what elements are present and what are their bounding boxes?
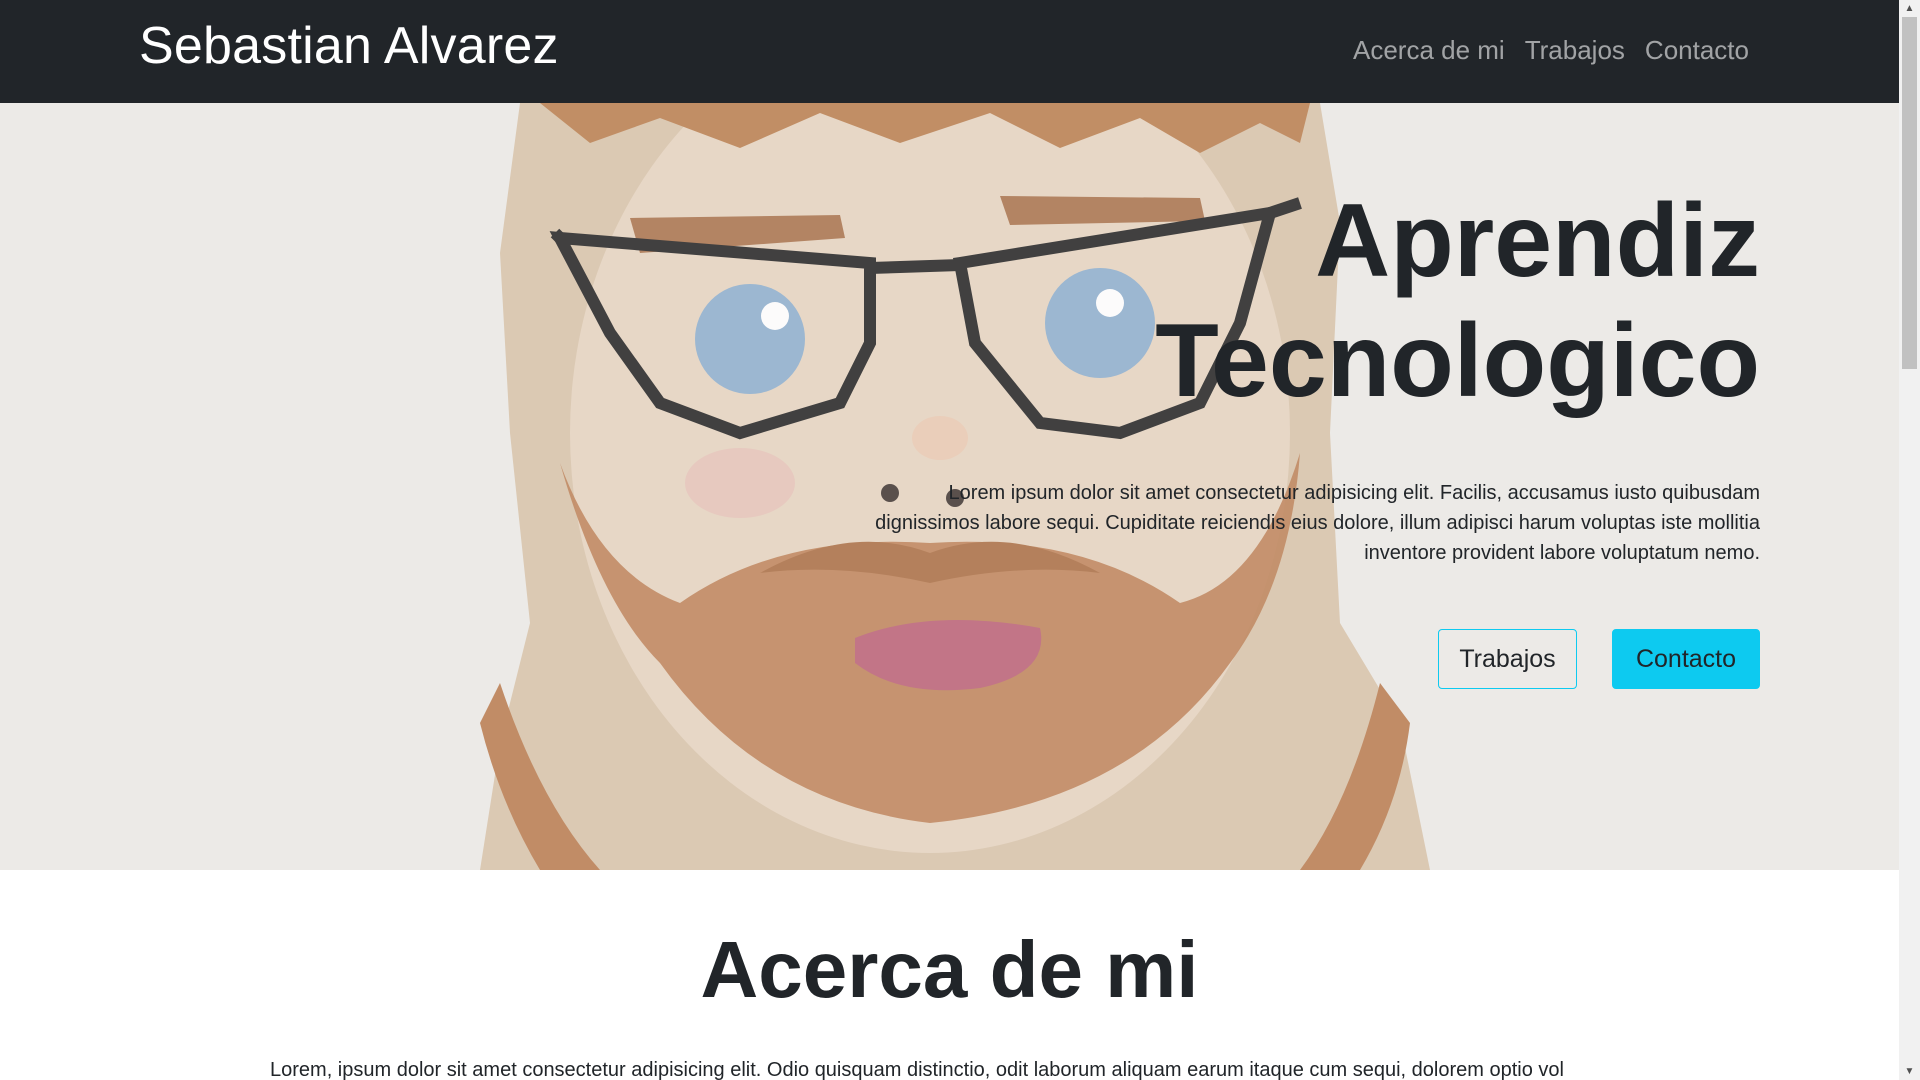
page: Sebastian Alvarez Acerca de mi Trabajos …	[0, 0, 1899, 1080]
nav-link-works[interactable]: Trabajos	[1525, 30, 1625, 70]
nav-link-about[interactable]: Acerca de mi	[1353, 30, 1505, 70]
hero-text-line1: Lorem ipsum dolor sit amet consectetur a…	[948, 482, 1760, 504]
hero-title-line1: Aprendiz	[1315, 183, 1760, 299]
hero-title: Aprendiz Tecnologico	[860, 181, 1760, 421]
nav-link-contact[interactable]: Contacto	[1645, 30, 1749, 70]
vertical-scrollbar[interactable]: ▲ ▼	[1899, 0, 1920, 1080]
nav-links: Acerca de mi Trabajos Contacto	[1353, 30, 1749, 70]
brand-link[interactable]: Sebastian Alvarez	[139, 12, 559, 80]
triangle-up-icon[interactable]: ▲	[1899, 0, 1920, 17]
contact-button[interactable]: Contacto	[1612, 629, 1760, 689]
hero-section: Aprendiz Tecnologico Lorem ipsum dolor s…	[0, 103, 1899, 870]
navbar: Sebastian Alvarez Acerca de mi Trabajos …	[0, 0, 1899, 103]
hero-text-line3: inventore provident labore voluptatum ne…	[1364, 542, 1760, 564]
triangle-down-icon[interactable]: ▼	[1899, 1063, 1920, 1080]
hero-buttons: Trabajos Contacto	[1438, 629, 1760, 689]
scrollbar-thumb[interactable]	[1902, 17, 1917, 369]
hero-title-line2: Tecnologico	[1155, 303, 1760, 419]
about-title: Acerca de mi	[700, 925, 1199, 1014]
works-button[interactable]: Trabajos	[1438, 629, 1577, 689]
about-text: Lorem, ipsum dolor sit amet consectetur …	[270, 1059, 1564, 1080]
hero-text-line2: dignissimos labore sequi. Cupiditate rei…	[875, 512, 1760, 534]
hero-description: Lorem ipsum dolor sit amet consectetur a…	[800, 478, 1760, 568]
